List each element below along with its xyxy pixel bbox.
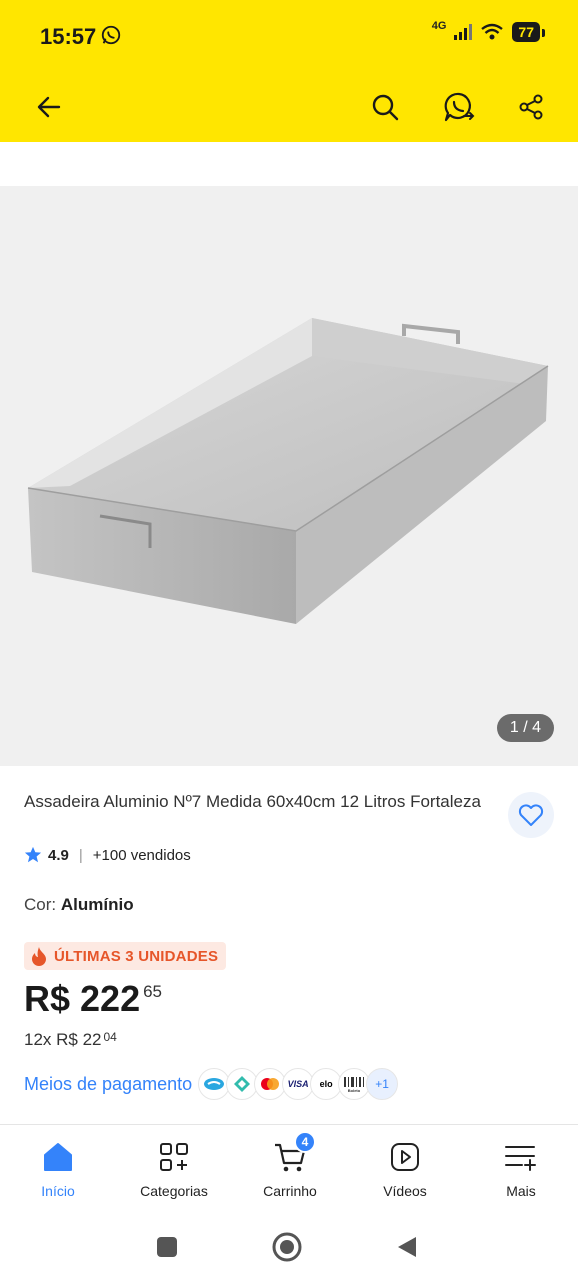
svg-text:Boleto: Boleto [348, 1088, 361, 1093]
nav-label: Mais [506, 1183, 536, 1199]
nav-label: Vídeos [383, 1183, 427, 1199]
cart-count-badge: 4 [294, 1131, 316, 1153]
product-image-gallery[interactable]: 1 / 4 [0, 186, 578, 766]
rating-separator: | [78, 846, 83, 864]
sold-count: +100 vendidos [92, 846, 191, 864]
search-icon [372, 94, 399, 121]
nav-label: Categorias [140, 1183, 208, 1199]
recent-apps-button[interactable] [150, 1230, 184, 1264]
installments-main: 12x R$ 22 [24, 1030, 102, 1049]
categories-icon [160, 1143, 188, 1171]
price-cents: 65 [143, 982, 163, 1001]
whatsapp-share-button[interactable] [438, 86, 480, 128]
nav-label: Início [41, 1183, 75, 1199]
menu-icon [505, 1146, 536, 1171]
installments: 12x R$ 22 04 [24, 1030, 117, 1050]
price: R$ 222 65 [24, 978, 162, 1020]
nav-more[interactable]: Mais [466, 1139, 576, 1199]
nav-categories[interactable]: Categorias [119, 1139, 229, 1199]
stock-urgency-badge: ÚLTIMAS 3 UNIDADES [24, 942, 227, 970]
network-type: 4G [431, 20, 447, 32]
share-icon [519, 94, 543, 120]
square-icon [157, 1237, 177, 1257]
installments-cents: 04 [103, 1030, 117, 1044]
bottom-navigation: Início Categorias 4 Carrinho Vídeos Mais [0, 1124, 578, 1214]
system-navigation-bar [0, 1214, 578, 1280]
more-payment-methods[interactable]: +1 [366, 1068, 399, 1100]
home-system-button[interactable] [270, 1230, 304, 1264]
wifi-icon [481, 23, 504, 40]
urgency-text: ÚLTIMAS 3 UNIDADES [54, 947, 219, 965]
color-selector[interactable]: Cor: Alumínio [24, 895, 134, 915]
nav-videos[interactable]: Vídeos [350, 1139, 460, 1199]
back-arrow-icon [37, 96, 61, 118]
price-main: R$ 222 [24, 978, 141, 1019]
share-button[interactable] [510, 86, 552, 128]
payment-methods-link[interactable]: Meios de pagamento [24, 1074, 192, 1095]
nav-label: Carrinho [263, 1183, 317, 1199]
rating-row[interactable]: 4.9 | +100 vendidos [24, 846, 191, 864]
circle-icon [272, 1232, 302, 1262]
rating-score: 4.9 [48, 846, 69, 864]
whatsapp-notification-icon [101, 25, 121, 45]
favorite-button[interactable] [508, 792, 554, 838]
product-image [27, 318, 549, 624]
nav-home[interactable]: Início [3, 1139, 113, 1199]
image-counter: 1 / 4 [496, 714, 554, 742]
battery-level: 77 [512, 22, 545, 42]
payment-methods-row[interactable]: Meios de pagamento VISA elo Boleto +1 [24, 1068, 399, 1100]
signal-icon [454, 24, 473, 40]
color-label: Cor: [24, 895, 57, 914]
heart-icon [518, 804, 544, 826]
star-icon [24, 846, 42, 863]
video-icon [391, 1143, 419, 1171]
fire-icon [32, 947, 46, 966]
back-system-button[interactable] [390, 1230, 424, 1264]
status-indicators: 4G 77 [431, 20, 545, 42]
triangle-back-icon [398, 1237, 416, 1257]
product-title: Assadeira Aluminio Nº7 Medida 60x40cm 12… [24, 792, 481, 811]
whatsapp-share-icon [444, 92, 475, 122]
status-bar: 15:57 4G 77 [0, 0, 578, 72]
nav-cart[interactable]: 4 Carrinho [235, 1131, 345, 1199]
color-value: Alumínio [60, 895, 134, 914]
search-button[interactable] [364, 86, 406, 128]
app-header [0, 72, 578, 142]
home-icon [44, 1143, 72, 1171]
back-button[interactable] [28, 86, 70, 128]
status-time: 15:57 [40, 24, 97, 49]
